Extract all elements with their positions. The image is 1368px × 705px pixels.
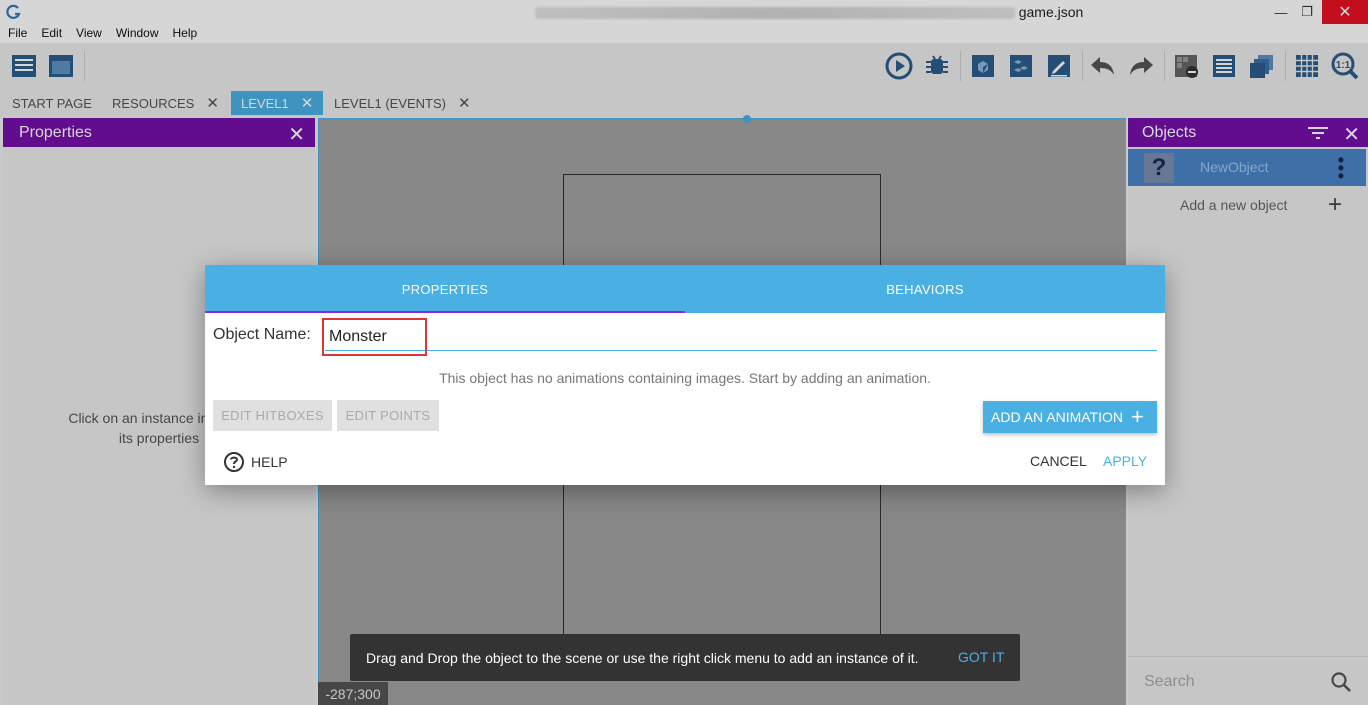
- edit-points-button[interactable]: EDIT POINTS: [337, 400, 439, 431]
- active-tab-indicator: [205, 311, 685, 313]
- plus-icon: +: [1130, 404, 1144, 429]
- object-name-input[interactable]: [325, 323, 1157, 351]
- cancel-button[interactable]: CANCEL: [1030, 453, 1087, 469]
- apply-button[interactable]: APPLY: [1103, 453, 1147, 469]
- snackbar-message: Drag and Drop the object to the scene or…: [366, 649, 919, 666]
- add-animation-button[interactable]: ADD AN ANIMATION +: [983, 401, 1157, 433]
- edit-hitboxes-button[interactable]: EDIT HITBOXES: [213, 400, 332, 431]
- snackbar: Drag and Drop the object to the scene or…: [350, 634, 1020, 681]
- add-animation-label: ADD AN ANIMATION: [991, 409, 1123, 425]
- tab-behaviors[interactable]: BEHAVIORS: [685, 265, 1165, 313]
- tab-properties[interactable]: PROPERTIES: [205, 265, 685, 313]
- help-circle-icon: [224, 452, 244, 472]
- name-highlight-box: [322, 318, 427, 356]
- got-it-button[interactable]: GOT IT: [958, 649, 1004, 665]
- help-label: HELP: [251, 454, 288, 470]
- help-button[interactable]: HELP: [223, 451, 288, 473]
- object-name-label: Object Name:: [213, 326, 311, 343]
- object-editor-dialog: PROPERTIES BEHAVIORS Object Name: This o…: [205, 265, 1165, 485]
- no-animations-message: This object has no animations containing…: [439, 370, 931, 386]
- dialog-tabs: PROPERTIES BEHAVIORS: [205, 265, 1165, 313]
